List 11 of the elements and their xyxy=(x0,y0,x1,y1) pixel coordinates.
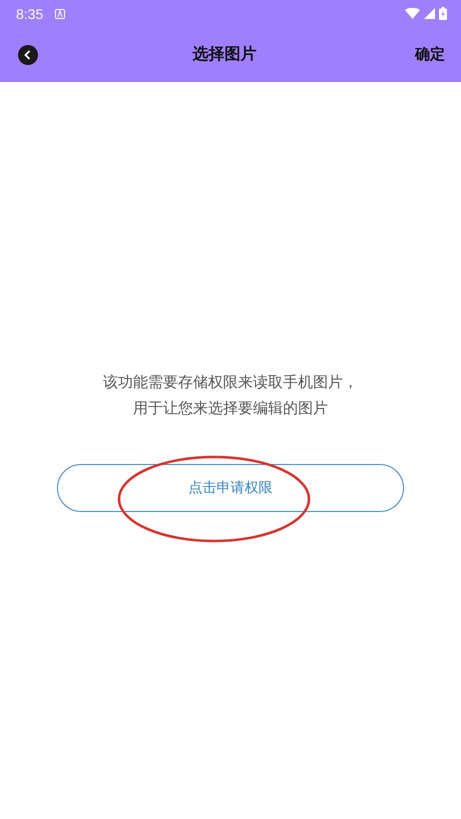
message-text: 该功能需要存储权限来读取手机图片， xyxy=(103,372,358,392)
battery-icon xyxy=(439,7,447,20)
status-time: 8:35 xyxy=(16,6,44,22)
back-button[interactable] xyxy=(18,44,38,64)
notification-icon xyxy=(55,8,66,18)
request-permission-button[interactable]: 点击申请权限 xyxy=(57,464,404,512)
wifi-icon xyxy=(405,8,420,19)
message-text: 用于让您来选择要编辑的图片 xyxy=(133,398,328,418)
confirm-button[interactable]: 确定 xyxy=(411,41,449,68)
toolbar-title: 选择图片 xyxy=(192,44,258,65)
signal-icon xyxy=(424,8,435,19)
